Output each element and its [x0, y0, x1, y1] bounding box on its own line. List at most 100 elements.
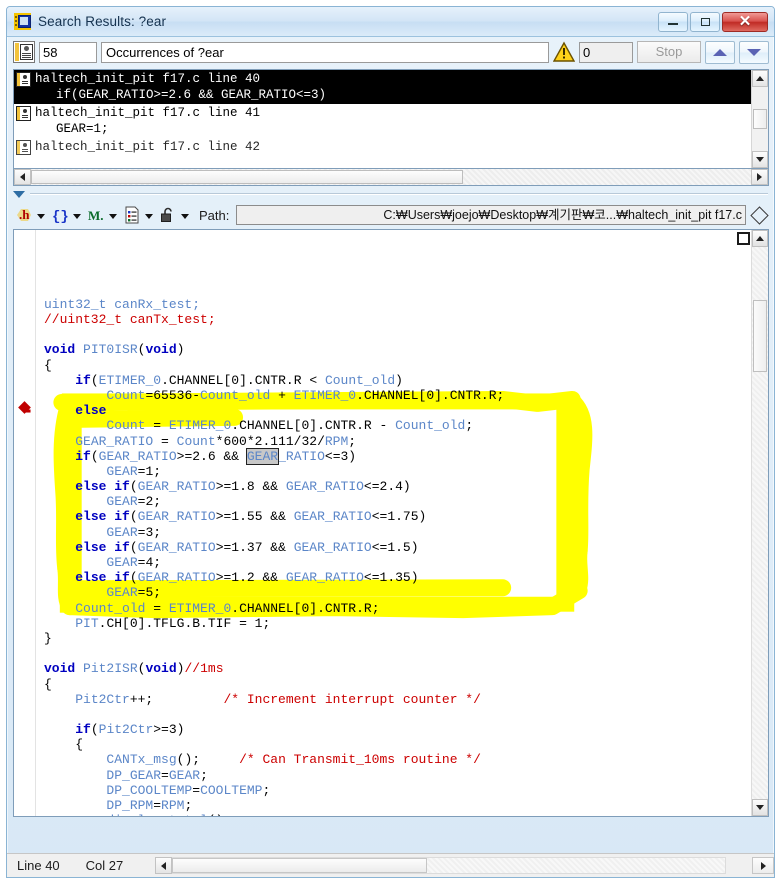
code-line[interactable]: {	[44, 737, 751, 752]
editor-hscrollbar-thumb[interactable]	[172, 858, 426, 873]
header-dropdown[interactable]: .h	[15, 206, 48, 224]
editor-hscroll-track[interactable]	[172, 857, 726, 874]
code-line[interactable]: if(GEAR_RATIO>=2.6 && GEAR_RATIO<=3)	[44, 449, 751, 464]
code-line[interactable]: GEAR=1;	[44, 464, 751, 479]
error-count-field[interactable]: 0	[579, 42, 633, 63]
list-item[interactable]: haltech_init_pit f17.c line 40 if(GEAR_R…	[14, 70, 751, 104]
next-result-button[interactable]	[739, 41, 769, 64]
code-line[interactable]: DP_GEAR=GEAR;	[44, 768, 751, 783]
code-line[interactable]: CANTx_msg(); /* Can Transmit_10ms routin…	[44, 752, 751, 767]
code-line[interactable]: Count = ETIMER_0.CHANNEL[0].CNTR.R - Cou…	[44, 418, 751, 433]
editor-scroll-right-button[interactable]	[752, 857, 774, 874]
chevron-down-icon[interactable]	[109, 214, 117, 219]
code-line[interactable]: display_total();	[44, 813, 751, 816]
code-line[interactable]: else if(GEAR_RATIO>=1.8 && GEAR_RATIO<=2…	[44, 479, 751, 494]
code-line[interactable]: else if(GEAR_RATIO>=1.2 && GEAR_RATIO<=1…	[44, 570, 751, 585]
arrow-right-icon	[757, 173, 762, 181]
scroll-right-button[interactable]	[751, 169, 768, 185]
previous-result-button[interactable]	[705, 41, 735, 64]
editor-scroll-up-button[interactable]	[752, 230, 768, 247]
bookmark-diamond-icon[interactable]	[18, 401, 31, 414]
warning-triangle-icon[interactable]	[553, 41, 575, 63]
path-field[interactable]: C:₩Users₩joejo₩Desktop₩계기판₩코...₩haltech_…	[236, 205, 746, 225]
results-viewport[interactable]: haltech_init_pit f17.c line 40 if(GEAR_R…	[14, 70, 751, 168]
code-line[interactable]: //uint32_t canTx_test;	[44, 312, 751, 327]
code-token	[44, 418, 106, 433]
pane-splitter[interactable]	[7, 186, 774, 202]
code-line[interactable]: if(ETIMER_0.CHANNEL[0].CNTR.R < Count_ol…	[44, 373, 751, 388]
editor-vertical-scrollbar[interactable]	[751, 230, 768, 816]
code-line[interactable]	[44, 646, 751, 661]
scroll-left-button[interactable]	[14, 169, 31, 185]
scroll-down-button[interactable]	[752, 151, 768, 168]
occurrence-count-field[interactable]: 58	[39, 42, 97, 63]
code-line[interactable]: else if(GEAR_RATIO>=1.55 && GEAR_RATIO<=…	[44, 509, 751, 524]
code-line[interactable]: if(Pit2Ctr>=3)	[44, 722, 751, 737]
code-lines[interactable]: uint32_t canRx_test;//uint32_t canTx_tes…	[44, 297, 751, 816]
chevron-down-icon[interactable]	[73, 214, 81, 219]
minimize-button[interactable]	[658, 12, 688, 32]
code-line[interactable]: uint32_t canRx_test;	[44, 297, 751, 312]
editor-scroll-down-button[interactable]	[752, 799, 768, 816]
code-token: GEAR_RATIO	[286, 570, 364, 585]
code-line[interactable]: else	[44, 403, 751, 418]
macro-dropdown[interactable]: M.	[87, 206, 120, 224]
outline-document-icon[interactable]	[123, 206, 141, 224]
list-item[interactable]: haltech_init_pit f17.c line 41 GEAR=1;	[14, 104, 751, 138]
chevron-down-icon[interactable]	[13, 191, 25, 198]
code-line[interactable]: DP_COOLTEMP=COOLTEMP;	[44, 783, 751, 798]
chevron-down-icon[interactable]	[145, 214, 153, 219]
diamond-icon[interactable]	[750, 206, 768, 224]
code-line[interactable]: {	[44, 358, 751, 373]
hscrollbar-thumb[interactable]	[31, 170, 463, 184]
code-line[interactable]: DP_RPM=RPM;	[44, 798, 751, 813]
scroll-up-button[interactable]	[752, 70, 768, 87]
result-header: haltech_init_pit f17.c line 41	[16, 105, 751, 121]
list-item[interactable]: haltech_init_pit f17.c line 42	[14, 138, 751, 156]
header-file-icon[interactable]: .h	[15, 206, 33, 224]
code-line[interactable]: GEAR=2;	[44, 494, 751, 509]
close-button[interactable]: ✕	[722, 12, 768, 32]
macro-icon[interactable]: M.	[87, 206, 105, 224]
code-line[interactable]	[44, 327, 751, 342]
lock-dropdown[interactable]	[159, 206, 192, 224]
code-line[interactable]: PIT.CH[0].TFLG.B.TIF = 1;	[44, 616, 751, 631]
chevron-down-icon[interactable]	[181, 214, 189, 219]
editor-scrollbar-thumb[interactable]	[753, 300, 767, 372]
code-token	[44, 570, 75, 585]
outline-dropdown[interactable]	[123, 206, 156, 224]
code-viewport[interactable]: uint32_t canRx_test;//uint32_t canTx_tes…	[36, 230, 751, 816]
occurrence-description-field[interactable]: Occurrences of ?ear	[101, 42, 549, 63]
stop-button[interactable]: Stop	[637, 41, 701, 63]
code-token: ;	[465, 418, 473, 433]
padlock-icon[interactable]	[159, 206, 177, 224]
maximize-button[interactable]	[690, 12, 720, 32]
editor-corner-icon[interactable]	[737, 232, 750, 245]
braces-dropdown[interactable]: {}	[51, 206, 84, 224]
code-line[interactable]: Count=65536-Count_old + ETIMER_0.CHANNEL…	[44, 388, 751, 403]
code-line[interactable]: Count_old = ETIMER_0.CHANNEL[0].CNTR.R;	[44, 601, 751, 616]
result-code: if(GEAR_RATIO>=2.6 && GEAR_RATIO<=3)	[16, 87, 751, 103]
code-line[interactable]: {	[44, 677, 751, 692]
code-line[interactable]: else if(GEAR_RATIO>=1.37 && GEAR_RATIO<=…	[44, 540, 751, 555]
code-line[interactable]: GEAR=3;	[44, 525, 751, 540]
code-line[interactable]: void PIT0ISR(void)	[44, 342, 751, 357]
hscroll-track[interactable]	[31, 169, 751, 185]
code-line[interactable]: Pit2Ctr++; /* Increment interrupt counte…	[44, 692, 751, 707]
editor-horizontal-scrollbar[interactable]	[155, 857, 726, 874]
results-vertical-scrollbar[interactable]	[751, 70, 768, 168]
results-horizontal-scrollbar[interactable]	[13, 169, 769, 186]
editor-gutter[interactable]	[14, 230, 36, 816]
code-token: ETIMER_0	[294, 388, 356, 403]
code-line[interactable]	[44, 707, 751, 722]
code-line[interactable]: GEAR=5;	[44, 585, 751, 600]
code-line[interactable]: GEAR=4;	[44, 555, 751, 570]
code-line[interactable]: GEAR_RATIO = Count*600*2.111/32/RPM;	[44, 434, 751, 449]
scrollbar-thumb[interactable]	[753, 109, 767, 129]
code-token: CANTx_msg	[106, 752, 176, 767]
code-line[interactable]: void Pit2ISR(void)//1ms	[44, 661, 751, 676]
code-line[interactable]: }	[44, 631, 751, 646]
editor-scroll-left-button[interactable]	[155, 857, 172, 874]
chevron-down-icon[interactable]	[37, 214, 45, 219]
braces-icon[interactable]: {}	[51, 206, 69, 224]
